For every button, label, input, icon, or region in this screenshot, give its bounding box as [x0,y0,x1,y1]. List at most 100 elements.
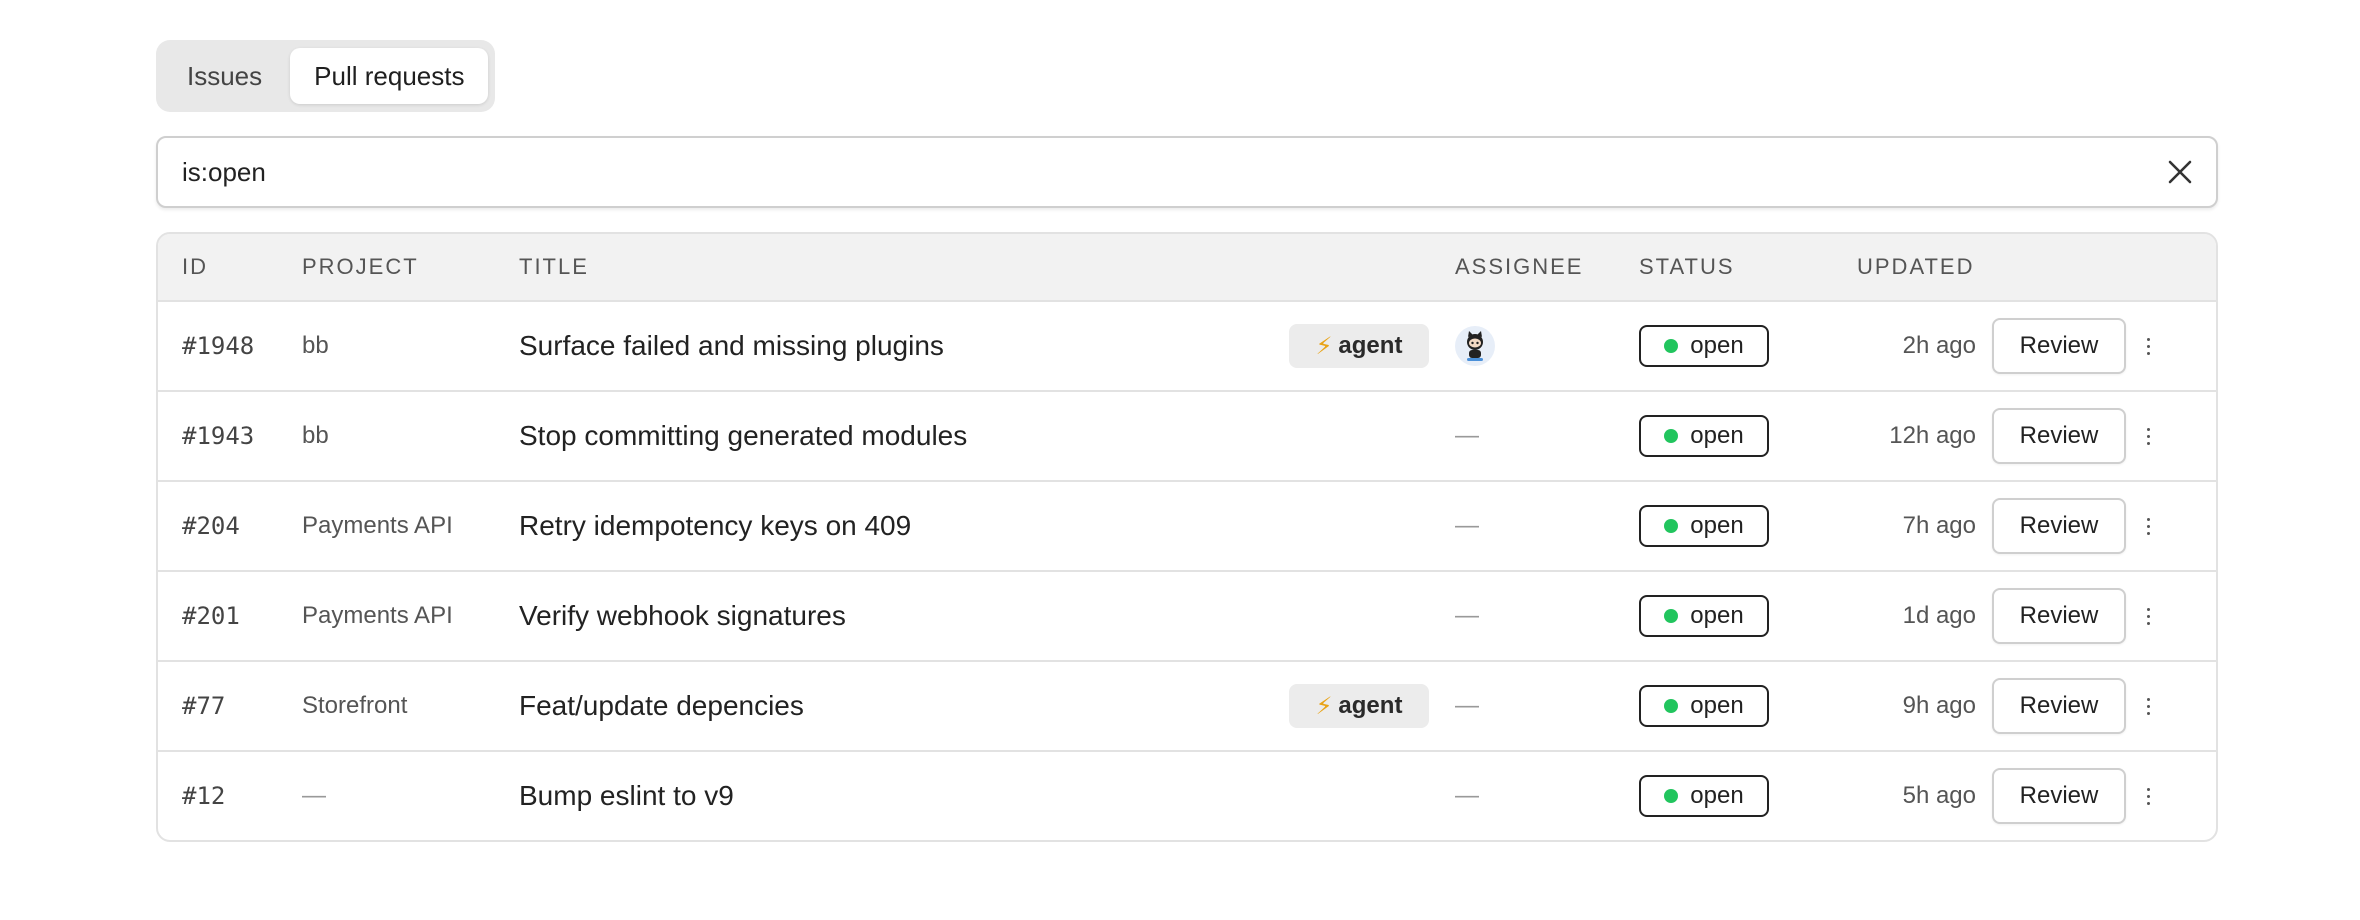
more-options-icon[interactable] [2144,337,2152,355]
status-dot-icon [1664,609,1679,623]
search-box [156,136,2218,208]
row-updated: 5h ago [1902,782,1976,809]
status-dot-icon [1664,339,1679,353]
tab-switcher: Issues Pull requests [156,40,496,112]
review-cell: Review [1992,752,2126,840]
header-assignee: ASSIGNEE [1455,254,1584,279]
row-assignee: — [1455,782,1479,809]
status-badge: open [1639,415,1769,457]
row-id: #77 [182,692,226,720]
row-updated: 9h ago [1902,692,1976,719]
header-id: ID [182,254,208,279]
more-options-icon[interactable] [2144,697,2152,715]
row-id: #204 [182,512,240,540]
status-badge: open [1639,685,1769,727]
status-dot-icon [1664,789,1679,803]
row-title[interactable]: Retry idempotency keys on 409 [519,482,911,570]
more-options-icon[interactable] [2144,607,2152,625]
row-assignee: — [1455,602,1479,629]
review-cell: Review [1992,482,2126,570]
review-cell: Review [1992,662,2126,750]
review-button[interactable]: Review [1992,588,2126,644]
review-button[interactable]: Review [1992,318,2126,374]
status-badge: open [1639,595,1769,637]
close-icon [2168,160,2192,184]
status-badge: open [1639,775,1769,817]
more-cell [2128,752,2168,840]
row-assignee: — [1455,692,1479,719]
review-button[interactable]: Review [1992,768,2126,824]
status-cell: open [1639,662,1769,750]
header-updated: UPDATED [1857,254,1975,279]
status-badge: open [1639,325,1769,367]
row-updated: 7h ago [1902,512,1976,539]
header-status: STATUS [1639,254,1735,279]
lightning-icon: ⚡ [1315,692,1333,720]
status-label: open [1690,332,1744,359]
search-input[interactable] [158,156,2158,188]
row-project: bb [302,332,329,359]
review-cell: Review [1992,572,2126,660]
status-dot-icon [1664,699,1679,713]
more-cell [2128,392,2168,480]
table-row[interactable]: #201 Payments API Verify webhook signatu… [158,572,2216,662]
tab-pull-requests[interactable]: Pull requests [290,48,489,104]
row-id: #1948 [182,332,255,360]
row-assignee: — [1455,422,1479,449]
clear-search-button[interactable] [2158,150,2202,194]
row-project: Payments API [302,512,453,539]
row-id: #201 [182,602,240,630]
more-cell [2128,302,2168,390]
row-updated: 2h ago [1902,332,1976,359]
row-project: Storefront [302,692,408,719]
row-project: bb [302,422,329,449]
more-options-icon[interactable] [2144,517,2152,535]
status-label: open [1690,512,1744,539]
agent-badge-cell: ⚡ agent [1289,302,1429,390]
agent-badge-label: agent [1338,692,1403,719]
table-row[interactable]: #1948 bb Surface failed and missing plug… [158,302,2216,392]
table-header: ID PROJECT TITLE ASSIGNEE STATUS UPDATED [158,234,2216,302]
header-title: TITLE [519,254,589,279]
row-updated: 12h ago [1889,422,1976,449]
row-title[interactable]: Surface failed and missing plugins [519,302,944,390]
review-button[interactable]: Review [1992,678,2126,734]
status-cell: open [1639,392,1769,480]
more-options-icon[interactable] [2144,787,2152,805]
more-cell [2128,572,2168,660]
row-title[interactable]: Feat/update depencies [519,662,804,750]
row-title[interactable]: Bump eslint to v9 [519,752,734,840]
review-button[interactable]: Review [1992,408,2126,464]
avatar[interactable] [1455,326,1495,366]
agent-badge: ⚡ agent [1289,324,1429,368]
status-cell: open [1639,752,1769,840]
status-badge: open [1639,505,1769,547]
agent-badge-cell: ⚡ agent [1289,662,1429,750]
row-id: #1943 [182,422,255,450]
agent-badge: ⚡ agent [1289,684,1429,728]
table-row[interactable]: #204 Payments API Retry idempotency keys… [158,482,2216,572]
status-label: open [1690,602,1744,629]
review-cell: Review [1992,392,2126,480]
octocat-avatar-icon [1467,331,1483,361]
assignee-cell [1455,302,1495,390]
row-title[interactable]: Stop committing generated modules [519,392,967,480]
row-title[interactable]: Verify webhook signatures [519,572,846,660]
status-dot-icon [1664,519,1679,533]
status-dot-icon [1664,429,1679,443]
table-row[interactable]: #12 — Bump eslint to v9 — open 5h ago Re… [158,752,2216,840]
status-cell: open [1639,572,1769,660]
review-button[interactable]: Review [1992,498,2126,554]
row-project: — [302,782,326,809]
table-row[interactable]: #77 Storefront Feat/update depencies ⚡ a… [158,662,2216,752]
row-assignee: — [1455,512,1479,539]
status-label: open [1690,692,1744,719]
lightning-icon: ⚡ [1315,332,1333,360]
row-updated: 1d ago [1902,602,1976,629]
table-row[interactable]: #1943 bb Stop committing generated modul… [158,392,2216,482]
pull-requests-table: ID PROJECT TITLE ASSIGNEE STATUS UPDATED… [156,232,2218,842]
tab-issues[interactable]: Issues [163,48,286,104]
more-options-icon[interactable] [2144,427,2152,445]
more-cell [2128,482,2168,570]
more-cell [2128,662,2168,750]
